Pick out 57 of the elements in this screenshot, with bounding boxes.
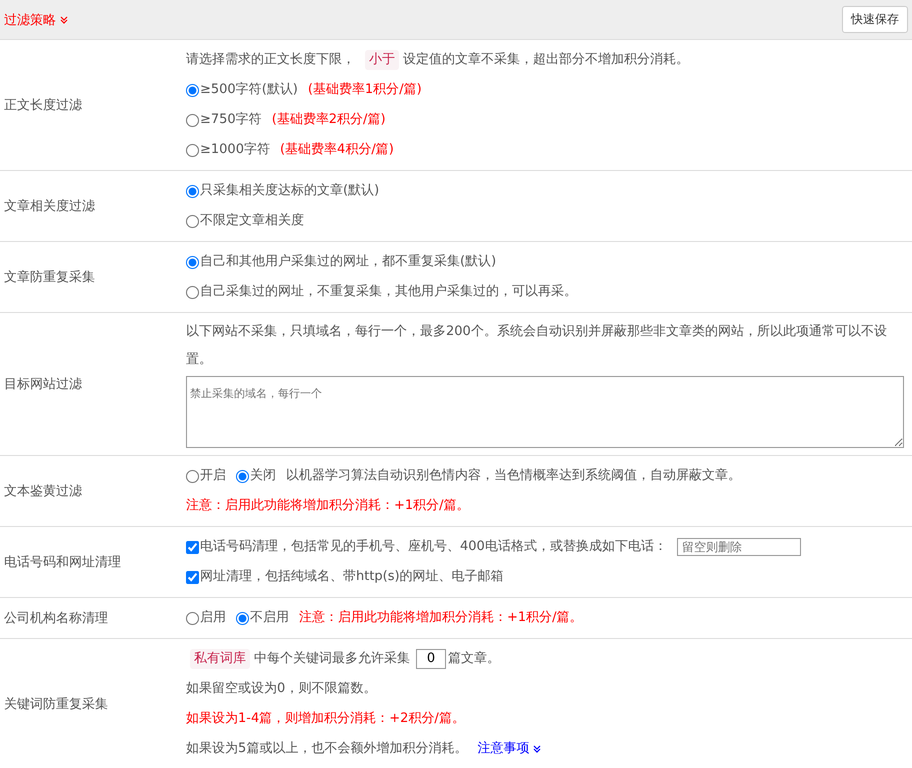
highlight-tag: 小于 [365, 50, 399, 70]
option-label[interactable]: ≥1000字符 [200, 136, 270, 164]
checkbox[interactable] [186, 540, 199, 554]
option-label[interactable]: ≥750字符 [200, 106, 262, 134]
description-text: 中每个关键词最多允许采集 [254, 650, 410, 668]
warning-text: 注意：启用此功能将增加积分消耗：+1积分/篇。 [299, 609, 583, 627]
field-label: 文本鉴黄过滤 [3, 483, 83, 501]
save-button[interactable]: 快速保存 [842, 6, 908, 33]
option-label[interactable]: 不限定文章相关度 [200, 207, 304, 235]
domain-textarea[interactable]: 禁止采集的域名，每行一个 [186, 376, 904, 448]
field-label: 目标网站过滤 [3, 376, 83, 394]
warning-text: 如果设为1-4篇，则增加积分消耗：+2积分/篇。 [186, 710, 465, 728]
radio-button[interactable] [186, 286, 199, 298]
warning-text: (基础费率1积分/篇) [308, 81, 422, 99]
field-label: 正文长度过滤 [3, 97, 83, 115]
radio-button[interactable] [186, 184, 199, 198]
description-text: 设定值的文章不采集，超出部分不增加积分消耗。 [403, 51, 689, 69]
radio-button[interactable] [186, 144, 199, 156]
option-label[interactable]: ≥500字符(默认) [200, 76, 298, 104]
option-label[interactable]: 关闭 [250, 462, 276, 490]
field-label: 公司机构名称清理 [3, 610, 109, 628]
checkbox[interactable] [186, 570, 199, 584]
warning-text: (基础费率4积分/篇) [280, 141, 394, 159]
chevron-icon[interactable] [60, 16, 68, 24]
highlight-tag: 私有词库 [190, 649, 250, 669]
field-label: 电话号码和网址清理 [3, 554, 122, 572]
description-text: 如果留空或设为0，则不限篇数。 [186, 680, 376, 698]
option-label[interactable]: 不启用 [250, 604, 289, 632]
option-label[interactable]: 启用 [200, 604, 226, 632]
radio-button[interactable] [186, 214, 199, 228]
description-text: 请选择需求的正文长度下限， [186, 51, 355, 69]
radio-button[interactable] [186, 256, 199, 268]
radio-button[interactable] [186, 470, 199, 482]
field-label: 文章防重复采集 [3, 269, 96, 287]
field-label: 关键词防重复采集 [3, 696, 109, 714]
warning-text: 注意：启用此功能将增加积分消耗：+1积分/篇。 [186, 497, 470, 515]
option-label[interactable]: 只采集相关度达标的文章(默认) [200, 177, 380, 205]
radio-button[interactable] [236, 612, 249, 624]
phone-input[interactable]: 留空则删除 [676, 538, 801, 556]
description-text: 如果设为5篇或以上，也不会额外增加积分消耗。 [186, 740, 468, 758]
radio-button[interactable] [186, 612, 199, 624]
radio-button[interactable] [186, 84, 199, 96]
option-label[interactable]: 自己采集过的网址，不重复采集，其他用户采集过的，可以再采。 [200, 278, 577, 306]
option-label[interactable]: 网址清理，包括纯域名、带http(s)的网址、电子邮箱 [200, 563, 504, 591]
option-label[interactable]: 自己和其他用户采集过的网址，都不重复采集(默认) [200, 248, 496, 276]
option-label[interactable]: 电话号码清理，包括常见的手机号、座机号、400电话格式，或替换成如下电话： [200, 533, 667, 561]
radio-button[interactable] [186, 114, 199, 126]
warning-text: (基础费率2积分/篇) [272, 111, 386, 129]
description-text: 篇文章。 [448, 650, 500, 668]
option-label[interactable]: 开启 [200, 462, 226, 490]
radio-button[interactable] [236, 470, 249, 482]
field-label: 文章相关度过滤 [3, 198, 96, 216]
count-input[interactable]: 0 [416, 649, 446, 669]
description-text: 以下网站不采集，只填域名，每行一个，最多200个。系统会自动识别并屏蔽那些非文章类的网站，所以此项通常可以不设置。 [186, 323, 888, 369]
description-text: 以机器学习算法自动识别色情内容，当色情概率达到系统阈值，自动屏蔽文章。 [286, 467, 741, 485]
notes-link[interactable]: 注意事项 [477, 735, 530, 763]
chevron-icon [533, 745, 542, 753]
